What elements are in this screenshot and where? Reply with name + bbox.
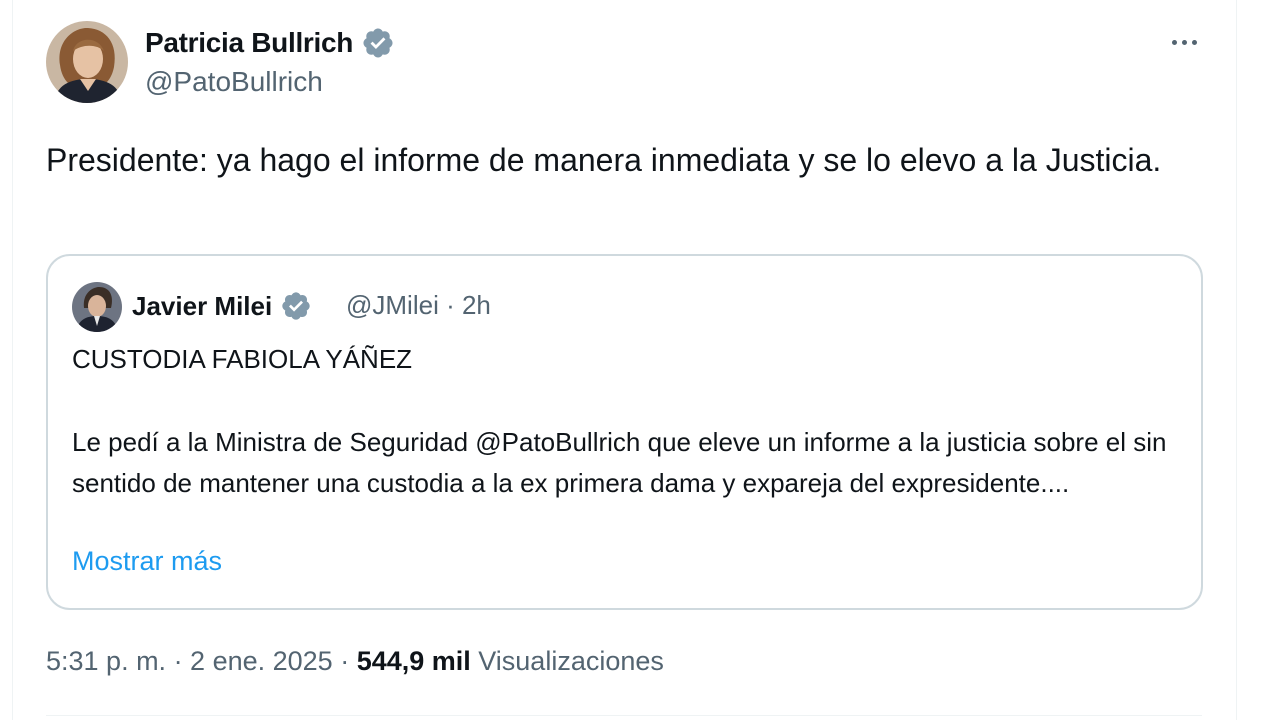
quoted-handle-time[interactable]: @JMilei · 2h	[346, 290, 491, 321]
quoted-verified-badge-icon	[282, 292, 310, 320]
author-avatar[interactable]	[46, 21, 128, 103]
tweet-view: Patricia Bullrich @PatoBullrich Presiden…	[0, 0, 1262, 720]
quoted-body-text: Le pedí a la Ministra de Seguridad @Pato…	[72, 427, 1167, 498]
quoted-author-name-row[interactable]: Javier Milei	[132, 290, 312, 322]
tweet-timestamp[interactable]: 5:31 p. m. · 2 ene. 2025 ·	[46, 646, 357, 676]
tweet-divider	[46, 715, 1202, 716]
quoted-tweet-card[interactable]: Javier Milei @JMilei · 2h CUSTODIA FABIO…	[46, 254, 1203, 610]
column-border-right	[1236, 0, 1237, 720]
verified-badge-icon	[363, 28, 393, 58]
quoted-author-avatar[interactable]	[72, 282, 122, 332]
quoted-author-name[interactable]: Javier Milei	[132, 291, 272, 322]
column-border-left	[12, 0, 13, 720]
author-name-row[interactable]: Patricia Bullrich	[145, 26, 395, 60]
tweet-text: Presidente: ya hago el informe de manera…	[46, 142, 1162, 178]
tweet-footer: 5:31 p. m. · 2 ene. 2025 · 544,9 mil Vis…	[46, 646, 664, 677]
author-name[interactable]: Patricia Bullrich	[145, 27, 353, 59]
author-handle[interactable]: @PatoBullrich	[145, 66, 323, 98]
quoted-headline: CUSTODIA FABIOLA YÁÑEZ	[72, 344, 413, 374]
show-more-link[interactable]: Mostrar más	[72, 546, 222, 577]
more-options-button[interactable]	[1164, 26, 1204, 58]
more-options-icon	[1169, 39, 1199, 45]
views-count: 544,9 mil	[356, 646, 471, 676]
views-label: Visualizaciones	[470, 646, 664, 676]
